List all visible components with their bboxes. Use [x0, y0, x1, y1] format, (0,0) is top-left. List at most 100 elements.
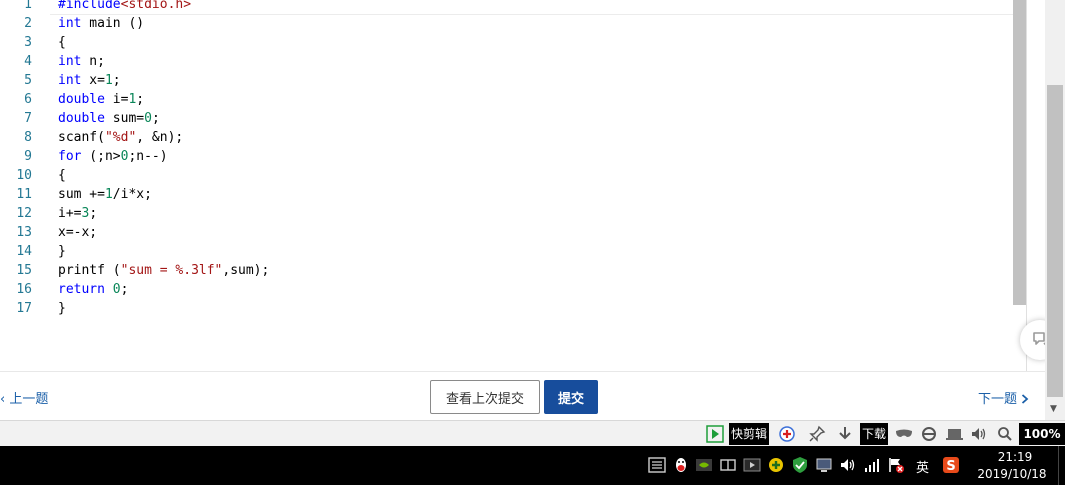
prev-question-link[interactable]: ‹ 上一题 [0, 388, 48, 407]
line-number: 6 [24, 92, 32, 107]
code-token: } [58, 301, 66, 316]
editor-scrollbar-border [1026, 0, 1027, 372]
code-line[interactable]: 6 double i=1; [0, 90, 1013, 109]
code-line[interactable]: 10 { [0, 166, 1013, 185]
code-text[interactable]: int x=1; [58, 71, 121, 90]
ie-browser-icon[interactable] [920, 424, 938, 444]
code-line[interactable]: 13 x=-x; [0, 223, 1013, 242]
line-number: 9 [24, 149, 32, 164]
code-line[interactable]: 3{ [0, 33, 1013, 52]
monitor-icon[interactable] [815, 456, 833, 474]
code-line[interactable]: 8 scanf("%d", &n); [0, 128, 1013, 147]
code-text[interactable]: int main () [58, 14, 144, 33]
code-line[interactable]: 2 int main () [0, 14, 1013, 33]
network-signal-icon[interactable] [863, 456, 881, 474]
code-text[interactable]: return 0; [58, 280, 128, 299]
line-number: 11 [16, 187, 32, 202]
show-desktop-button[interactable] [1058, 446, 1065, 485]
code-text[interactable]: } [58, 242, 66, 261]
action-center-flag-icon[interactable] [887, 456, 905, 474]
code-token: for [58, 149, 82, 164]
zoom-search-icon[interactable] [996, 424, 1014, 444]
code-token: int [58, 16, 82, 31]
screen-icon[interactable] [945, 424, 965, 444]
line-number: 14 [16, 244, 32, 259]
code-text[interactable]: #include<stdio.h> [58, 0, 191, 14]
code-line[interactable]: 7 double sum=0; [0, 109, 1013, 128]
code-text[interactable]: { [58, 166, 66, 185]
input-method-indicator[interactable]: 英 [916, 457, 929, 476]
code-text[interactable]: for (;n>0;n--) [58, 147, 168, 166]
code-line[interactable]: 11 sum +=1/i*x; [0, 185, 1013, 204]
view-last-submission-button[interactable]: 查看上次提交 [430, 380, 540, 414]
code-editor[interactable]: 1 #include<stdio.h> 2 int main () 3{4 int n; 5… [0, 0, 1013, 372]
code-line[interactable]: 16 return 0; [0, 280, 1013, 299]
code-text[interactable]: printf ("sum = %.3lf",sum); [58, 261, 269, 280]
code-line[interactable]: 9 for (;n>0;n--) [0, 147, 1013, 166]
code-token: double [58, 111, 105, 126]
code-line[interactable]: 4 int n; [0, 52, 1013, 71]
code-token: 1 [104, 187, 113, 202]
pin-icon[interactable] [808, 424, 826, 444]
code-line[interactable]: 12 i+=3; [0, 204, 1013, 223]
qq-penguin-icon[interactable] [672, 456, 690, 474]
medical-kit-icon[interactable] [778, 424, 796, 444]
line-number: 5 [24, 73, 32, 88]
code-token: } [58, 244, 66, 259]
code-token: i= [104, 92, 129, 107]
editor-scrollbar[interactable] [1013, 0, 1027, 372]
zoom-level[interactable]: 100% [1019, 423, 1065, 445]
clock-date[interactable]: 2019/10/18 [972, 466, 1052, 482]
nvidia-icon[interactable] [695, 456, 713, 474]
line-number: 2 [24, 16, 32, 31]
browser-status-bar: 快剪辑 下载 100% [0, 420, 1065, 446]
page-scrollbar[interactable]: ▼ [1045, 0, 1065, 420]
media-player-icon[interactable] [743, 456, 761, 474]
dual-window-icon[interactable] [719, 456, 737, 474]
code-line[interactable]: 15 printf ("sum = %.3lf",sum); [0, 261, 1013, 280]
mask-icon[interactable] [894, 424, 914, 444]
page-scrollbar-thumb[interactable] [1047, 85, 1063, 397]
volume-icon[interactable] [839, 456, 857, 474]
code-token: main () [81, 16, 145, 31]
code-token: sum += [58, 187, 105, 202]
download-arrow-icon[interactable] [836, 424, 854, 444]
code-text[interactable]: double i=1; [58, 90, 144, 109]
clock-time[interactable]: 21:19 [980, 449, 1050, 465]
code-text[interactable]: sum +=1/i*x; [58, 185, 152, 204]
video-clip-icon[interactable] [706, 424, 724, 444]
line-number: 3 [24, 35, 32, 50]
speaker-icon[interactable] [970, 424, 988, 444]
code-text[interactable]: x=-x; [58, 223, 97, 242]
keyboard-icon[interactable] [648, 456, 666, 474]
code-token: return [58, 282, 105, 297]
code-text[interactable]: } [58, 299, 66, 318]
security-plus-icon[interactable] [767, 456, 785, 474]
next-question-link[interactable]: 下一题 [978, 388, 1029, 407]
code-token: { [58, 35, 66, 50]
editor-scrollbar-thumb[interactable] [1013, 0, 1027, 305]
code-text[interactable]: { [58, 33, 66, 52]
clip-label[interactable]: 快剪辑 [729, 423, 770, 445]
download-label[interactable]: 下载 [860, 423, 889, 445]
code-token: /i*x; [112, 187, 152, 202]
line-number: 10 [16, 168, 32, 183]
code-line[interactable]: 14} [0, 242, 1013, 261]
shield-icon[interactable] [791, 456, 809, 474]
sogou-ime-icon[interactable]: S [942, 456, 960, 474]
code-token: x=-x; [58, 225, 98, 240]
code-text[interactable]: i+=3; [58, 204, 97, 223]
line-number: 12 [16, 206, 32, 221]
code-line[interactable]: 17} [0, 299, 1013, 318]
scroll-down-arrow-icon[interactable]: ▼ [1050, 404, 1057, 414]
code-text[interactable]: scanf("%d", &n); [58, 128, 183, 147]
code-line[interactable]: 1 #include<stdio.h> [0, 0, 1013, 14]
next-question-label: 下一题 [978, 392, 1018, 407]
code-text[interactable]: int n; [58, 52, 105, 71]
submit-button[interactable]: 提交 [544, 380, 598, 414]
code-token: ,sum); [222, 263, 270, 278]
code-text[interactable]: double sum=0; [58, 109, 160, 128]
code-line[interactable]: 5 int x=1; [0, 71, 1013, 90]
prev-question-label: 上一题 [9, 392, 49, 407]
